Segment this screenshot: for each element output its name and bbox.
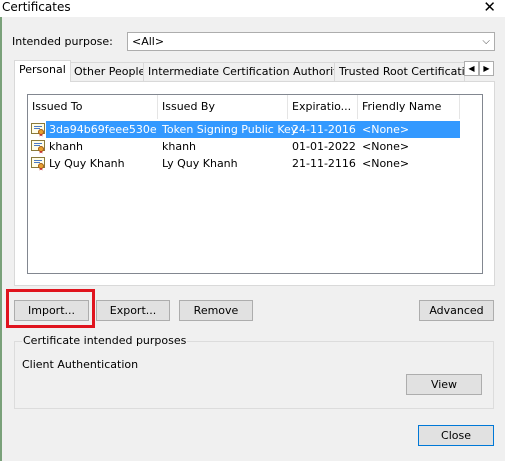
tab-trusted-root[interactable]: Trusted Root Certification xyxy=(334,62,465,81)
intended-purposes-legend: Certificate intended purposes xyxy=(22,334,188,347)
certificate-list[interactable]: Issued To Issued By Expiratio... Friendl… xyxy=(27,94,483,274)
close-icon[interactable]: ✕ xyxy=(483,0,496,16)
cell-expiration: 21-11-2116 xyxy=(292,157,356,170)
table-row[interactable]: 3da94b69feee530e Token Signing Public Ke… xyxy=(28,121,482,138)
close-button[interactable]: Close xyxy=(418,425,494,446)
remove-button[interactable]: Remove xyxy=(179,300,253,321)
cell-issued-to: khanh xyxy=(49,140,84,153)
column-issued-to[interactable]: Issued To xyxy=(28,95,158,119)
certificate-icon xyxy=(31,140,45,154)
intended-purposes-text: Client Authentication xyxy=(22,358,139,371)
cell-friendly-name: <None> xyxy=(362,157,410,170)
cell-expiration: 24-11-2016 xyxy=(292,123,356,136)
cell-issued-to: 3da94b69feee530e xyxy=(49,123,157,136)
table-row[interactable]: Ly Quy Khanh Ly Quy Khanh 21-11-2116 <No… xyxy=(28,155,482,172)
certificate-icon xyxy=(31,157,45,171)
window-title: Certificates xyxy=(2,0,71,14)
tab-other-people[interactable]: Other People xyxy=(69,62,151,81)
column-expiration[interactable]: Expiratio... xyxy=(288,95,358,119)
intended-purpose-select[interactable]: <All> ⌵ xyxy=(127,32,495,51)
cell-issued-by: Ly Quy Khanh xyxy=(162,157,238,170)
tab-intermediate-ca[interactable]: Intermediate Certification Authorities xyxy=(143,62,359,81)
advanced-button[interactable]: Advanced xyxy=(419,300,494,321)
table-row[interactable]: khanh khanh 01-01-2022 <None> xyxy=(28,138,482,155)
cell-issued-by: khanh xyxy=(162,140,197,153)
intended-purpose-label: Intended purpose: xyxy=(12,35,113,48)
cell-friendly-name: <None> xyxy=(362,140,410,153)
cell-expiration: 01-01-2022 xyxy=(292,140,356,153)
export-button[interactable]: Export... xyxy=(96,300,170,321)
title-bar: Certificates ✕ xyxy=(0,0,505,17)
import-button[interactable]: Import... xyxy=(14,300,89,321)
tab-scroll-left-icon[interactable]: ◀ xyxy=(464,61,479,76)
column-friendly-name[interactable]: Friendly Name xyxy=(358,95,460,119)
tab-strip: Personal Other People Intermediate Certi… xyxy=(14,60,494,82)
intended-purpose-value: <All> xyxy=(132,35,165,48)
chevron-down-icon: ⌵ xyxy=(482,36,490,47)
tab-scroll-right-icon[interactable]: ▶ xyxy=(479,61,494,76)
tab-personal[interactable]: Personal xyxy=(14,60,71,82)
cell-issued-by: Token Signing Public Key xyxy=(162,123,298,136)
view-button[interactable]: View xyxy=(406,374,482,395)
certificate-icon xyxy=(31,123,45,137)
window-edge xyxy=(0,17,2,461)
cell-issued-to: Ly Quy Khanh xyxy=(49,157,125,170)
tab-panel-personal: Issued To Issued By Expiratio... Friendl… xyxy=(14,81,495,286)
list-header: Issued To Issued By Expiratio... Friendl… xyxy=(28,95,482,119)
column-issued-by[interactable]: Issued By xyxy=(158,95,288,119)
cell-friendly-name: <None> xyxy=(362,123,410,136)
